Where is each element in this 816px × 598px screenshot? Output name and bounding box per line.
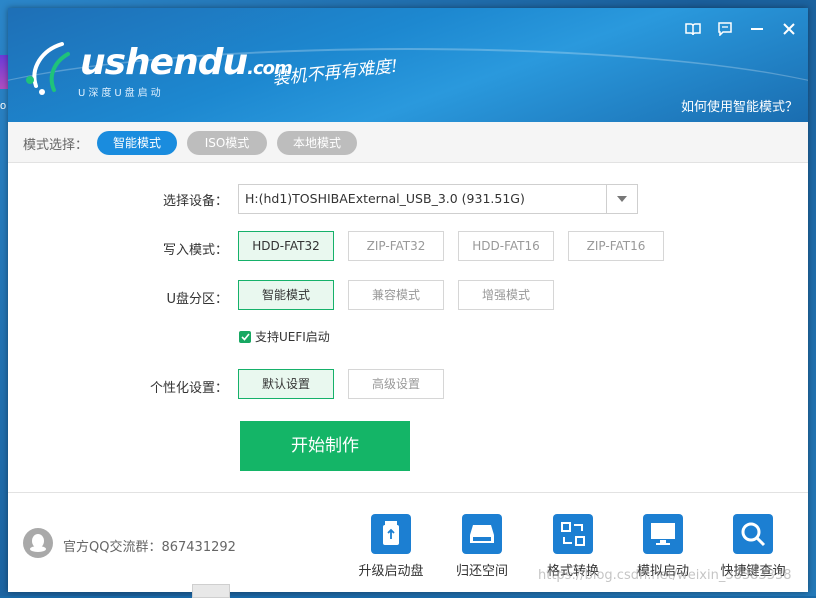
mode-bar: 模式选择： 智能模式 ISO模式 本地模式	[8, 122, 808, 163]
desktop-app-icon[interactable]	[0, 55, 8, 89]
uefi-checkbox[interactable]	[239, 330, 251, 343]
write-mode-hdd-fat16[interactable]: HDD-FAT16	[458, 231, 554, 261]
help-link[interactable]: 如何使用智能模式？	[681, 96, 798, 115]
upgrade-bootdisk-button[interactable]: 升级启动盘	[351, 514, 431, 579]
partition-label: U盘分区：	[166, 292, 228, 307]
mode-label: 模式选择：	[23, 138, 89, 153]
tab-local-mode[interactable]: 本地模式	[277, 131, 357, 155]
monitor-icon	[643, 514, 683, 554]
device-value: H:(hd1)TOSHIBAExternal_USB_3.0 (931.51G)	[245, 191, 525, 206]
close-icon[interactable]	[780, 20, 798, 38]
personal-label: 个性化设置：	[149, 381, 228, 396]
book-icon[interactable]	[684, 20, 702, 38]
device-label: 选择设备：	[162, 194, 228, 209]
personal-advanced[interactable]: 高级设置	[348, 369, 444, 399]
desktop-icon-label: o	[0, 100, 7, 112]
tool-label: 升级启动盘	[358, 564, 424, 579]
partition-enhanced[interactable]: 增强模式	[458, 280, 554, 310]
tab-smart-mode[interactable]: 智能模式	[97, 131, 177, 155]
title-controls	[684, 20, 798, 38]
tab-iso-mode[interactable]: ISO模式	[187, 131, 267, 155]
chevron-down-icon[interactable]	[606, 185, 637, 213]
write-mode-zip-fat16[interactable]: ZIP-FAT16	[568, 231, 664, 261]
partition-compatible[interactable]: 兼容模式	[348, 280, 444, 310]
convert-icon	[553, 514, 593, 554]
device-select[interactable]: H:(hd1)TOSHIBAExternal_USB_3.0 (931.51G)	[238, 184, 638, 214]
bottom-divider	[8, 492, 808, 493]
qq-group-text: 官方QQ交流群：867431292	[63, 540, 236, 555]
uefi-label: 支持UEFI启动	[255, 330, 330, 344]
logo-text: ushendu.com	[80, 42, 293, 83]
partition-smart[interactable]: 智能模式	[238, 280, 334, 310]
restore-space-button[interactable]: 归还空间	[442, 514, 522, 579]
qq-icon	[23, 528, 53, 558]
header-banner: ushendu.com U深度U盘启动 装机不再有难度! 如何使用智能模式？	[8, 8, 808, 122]
personal-default[interactable]: 默认设置	[238, 369, 334, 399]
write-mode-zip-fat32[interactable]: ZIP-FAT32	[348, 231, 444, 261]
write-mode-label: 写入模式：	[162, 243, 228, 258]
start-button[interactable]: 开始制作	[240, 421, 410, 471]
upgrade-icon	[371, 514, 411, 554]
chat-icon[interactable]	[716, 20, 734, 38]
logo-subtitle: U深度U盘启动	[78, 88, 164, 99]
minimize-icon[interactable]	[748, 20, 766, 38]
write-mode-hdd-fat32[interactable]: HDD-FAT32	[238, 231, 334, 261]
app-window: ushendu.com U深度U盘启动 装机不再有难度! 如何使用智能模式？ 模…	[8, 8, 808, 592]
watermark: https://blog.csdn.net/weixin_38383338	[538, 568, 792, 583]
uefi-checkbox-row[interactable]: 支持UEFI启动	[239, 328, 330, 345]
tool-label: 归还空间	[455, 564, 508, 579]
disk-icon	[462, 514, 502, 554]
search-icon	[733, 514, 773, 554]
